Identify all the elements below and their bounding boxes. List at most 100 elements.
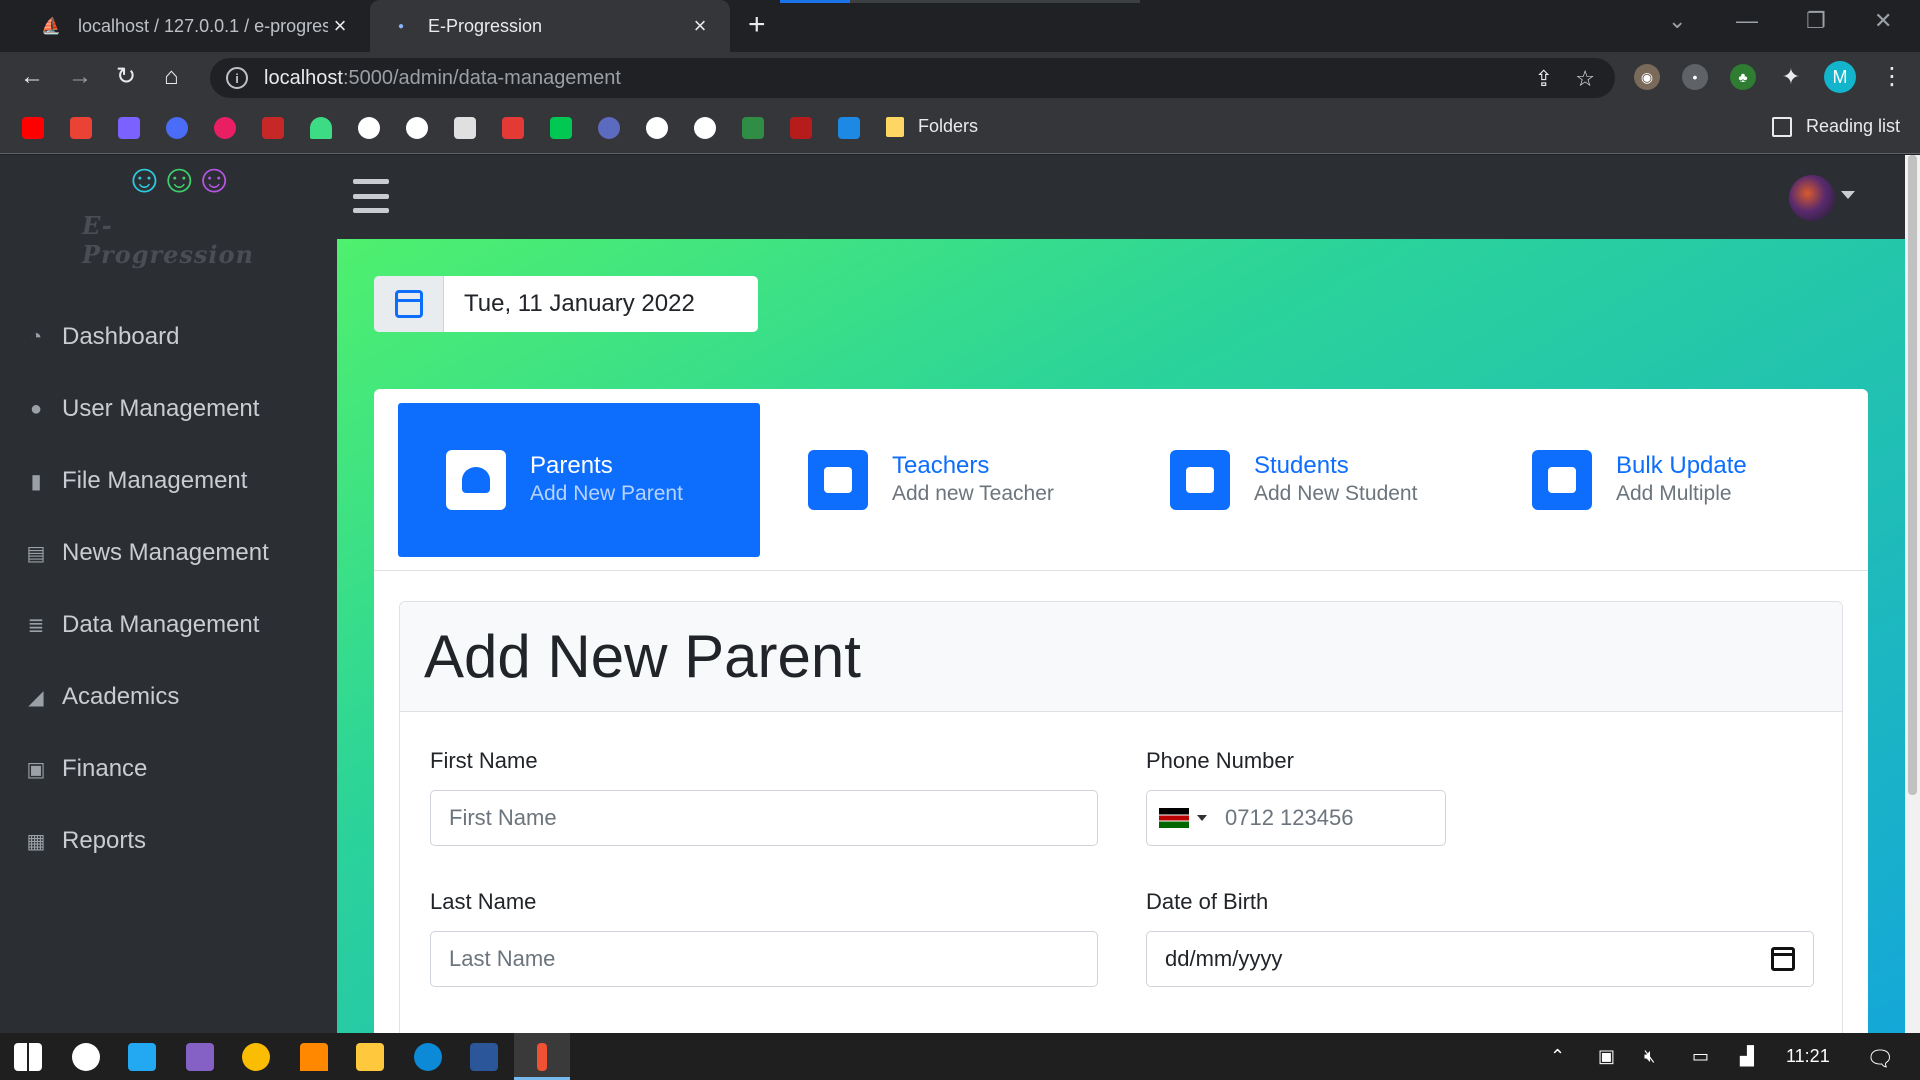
phone-input[interactable]: 0712 123456 bbox=[1146, 790, 1446, 846]
bookmark-chart-icon[interactable] bbox=[790, 117, 812, 139]
restore-icon[interactable]: ❐ bbox=[1806, 8, 1826, 34]
close-tab-icon[interactable]: × bbox=[328, 13, 352, 39]
battery-icon[interactable]: ▭ bbox=[1692, 1046, 1709, 1067]
volume-muted-icon[interactable]: 🔇︎ bbox=[1644, 1046, 1655, 1067]
edge-icon[interactable] bbox=[414, 1043, 442, 1071]
clock[interactable]: 11:21 bbox=[1786, 1046, 1830, 1067]
bookmark-gear-icon[interactable] bbox=[166, 117, 188, 139]
visual-studio-icon[interactable] bbox=[186, 1043, 214, 1071]
vlc-icon[interactable] bbox=[300, 1043, 328, 1071]
youtube-icon[interactable] bbox=[22, 117, 44, 139]
extension-tree-icon[interactable]: ♣ bbox=[1730, 64, 1756, 90]
forward-icon[interactable]: → bbox=[68, 64, 92, 90]
minimize-icon[interactable]: — bbox=[1736, 8, 1758, 34]
sidebar-item-label: Reports bbox=[62, 827, 147, 854]
tab-teachers[interactable]: Teachers Add new Teacher bbox=[760, 403, 1122, 557]
extension-mouse-icon[interactable]: • bbox=[1682, 64, 1708, 90]
vscode-icon[interactable] bbox=[128, 1043, 156, 1071]
proton-icon[interactable] bbox=[118, 117, 140, 139]
chart-area-icon: ◢ bbox=[28, 686, 44, 709]
close-window-icon[interactable]: ✕ bbox=[1874, 8, 1892, 34]
back-icon[interactable]: ← bbox=[20, 64, 44, 90]
web-page: ☺☺☺ E-Progression ◔ Dashboard ● User Man… bbox=[0, 155, 1905, 1033]
word-icon[interactable] bbox=[470, 1043, 498, 1071]
tab-search-icon[interactable]: ⌄ bbox=[1668, 8, 1686, 34]
news-icon: ▤ bbox=[26, 542, 46, 565]
address-bar[interactable]: i localhost :5000/admin/data-management … bbox=[210, 58, 1615, 98]
profile-avatar[interactable]: M bbox=[1824, 61, 1856, 93]
tab-subtitle: Add New Parent bbox=[530, 482, 683, 505]
tab-title: Bulk Update bbox=[1616, 452, 1747, 479]
sidebar-item-finance[interactable]: ▣ Finance bbox=[24, 749, 148, 789]
show-hidden-icons[interactable]: ⌃ bbox=[1550, 1046, 1565, 1067]
globe-icon[interactable] bbox=[694, 117, 716, 139]
tab-bulk-update[interactable]: Bulk Update Add Multiple bbox=[1484, 403, 1846, 557]
new-tab-icon[interactable]: + bbox=[748, 10, 766, 40]
windows-start-icon[interactable] bbox=[14, 1043, 42, 1071]
windows-taskbar: ⌃ ▣ 🔇︎ ▭ ▟ 11:21 🗨︎ bbox=[0, 1033, 1920, 1080]
sidebar-item-file-management[interactable]: ▮ File Management bbox=[24, 461, 247, 501]
home-icon[interactable]: ⌂ bbox=[164, 64, 179, 90]
bookmark-play-icon[interactable] bbox=[214, 117, 236, 139]
extensions-puzzle-icon[interactable]: ✦ bbox=[1778, 64, 1804, 90]
calendar-icon[interactable] bbox=[1771, 947, 1795, 971]
sidebar-item-label: User Management bbox=[62, 395, 260, 422]
kenya-flag-icon[interactable] bbox=[1159, 808, 1189, 828]
reload-icon[interactable]: ↻ bbox=[116, 64, 136, 90]
git-icon[interactable] bbox=[537, 1043, 547, 1071]
app-topbar bbox=[337, 155, 1905, 239]
app-logo[interactable]: ☺☺☺ E-Progression bbox=[80, 155, 260, 269]
browser-menu-icon[interactable]: ⋮ bbox=[1880, 62, 1904, 91]
android-icon[interactable] bbox=[310, 117, 332, 139]
network-icon[interactable]: ▟ bbox=[1740, 1046, 1754, 1067]
sidebar-item-data-management[interactable]: ≣ Data Management bbox=[24, 605, 260, 645]
reading-list-button[interactable]: Reading list bbox=[1772, 116, 1900, 137]
people-logo-icon: ☺☺☺ bbox=[124, 157, 235, 201]
close-tab-icon[interactable]: × bbox=[688, 13, 712, 39]
share-icon[interactable]: ⇪ bbox=[1535, 66, 1553, 92]
notifications-icon[interactable]: 🗨︎ bbox=[1866, 1046, 1894, 1072]
bookmark-r-icon[interactable] bbox=[550, 117, 572, 139]
gmail-icon[interactable] bbox=[70, 117, 92, 139]
sidebar-item-label: News Management bbox=[62, 539, 269, 566]
meet-now-icon[interactable]: ▣ bbox=[1598, 1046, 1615, 1067]
bookmark-red-icon[interactable] bbox=[262, 117, 284, 139]
form-title: Add New Parent bbox=[424, 623, 861, 690]
bookmarks-folder[interactable]: Folders bbox=[886, 116, 978, 137]
extension-owl-icon[interactable]: ◉ bbox=[1634, 64, 1660, 90]
bookmark-notion-icon[interactable] bbox=[454, 117, 476, 139]
bookmarks-bar: Folders Reading list bbox=[0, 102, 1920, 154]
bookmark-star-icon[interactable]: ☆ bbox=[1575, 66, 1595, 92]
globe-icon[interactable] bbox=[646, 117, 668, 139]
tab-students[interactable]: Students Add New Student bbox=[1122, 403, 1484, 557]
tab-parents[interactable]: Parents Add New Parent bbox=[398, 403, 760, 557]
bookmark-u-icon[interactable] bbox=[502, 117, 524, 139]
page-scrollbar[interactable] bbox=[1905, 155, 1920, 1033]
chrome-icon[interactable] bbox=[242, 1043, 270, 1071]
sidebar-item-dashboard[interactable]: ◔ Dashboard bbox=[24, 317, 179, 357]
user-avatar[interactable] bbox=[1789, 175, 1835, 221]
site-info-icon[interactable]: i bbox=[226, 67, 248, 89]
dob-input[interactable]: dd/mm/yyyy bbox=[1146, 931, 1814, 987]
taskbar-app-icon[interactable] bbox=[72, 1043, 100, 1071]
sidebar-item-academics[interactable]: ◢ Academics bbox=[24, 677, 179, 717]
sidebar-item-news-management[interactable]: ▤ News Management bbox=[24, 533, 269, 573]
file-icon: ▮ bbox=[30, 470, 42, 493]
file-explorer-icon[interactable] bbox=[356, 1043, 384, 1071]
bookmark-cloud-icon[interactable] bbox=[358, 117, 380, 139]
bookmark-hex-icon[interactable] bbox=[598, 117, 620, 139]
first-name-input[interactable]: First Name bbox=[430, 790, 1098, 846]
sidebar-item-user-management[interactable]: ● User Management bbox=[24, 389, 259, 429]
browser-tab-phpmyadmin[interactable]: ⛵ localhost / 127.0.0.1 / e-progress × bbox=[20, 0, 370, 52]
caret-down-icon[interactable] bbox=[1841, 191, 1855, 199]
folder-label: Folders bbox=[918, 116, 979, 136]
github-icon[interactable] bbox=[406, 117, 428, 139]
last-name-input[interactable]: Last Name bbox=[430, 931, 1098, 987]
geeksforgeeks-icon[interactable] bbox=[742, 117, 764, 139]
caret-down-icon[interactable] bbox=[1197, 815, 1207, 821]
bookmark-cube-icon[interactable] bbox=[838, 117, 860, 139]
sidebar-item-label: Finance bbox=[62, 755, 148, 782]
hamburger-menu-icon[interactable] bbox=[353, 179, 389, 213]
browser-tab-e-progression[interactable]: ● E-Progression × bbox=[370, 0, 730, 52]
sidebar-item-reports[interactable]: ▦ Reports bbox=[24, 821, 147, 861]
